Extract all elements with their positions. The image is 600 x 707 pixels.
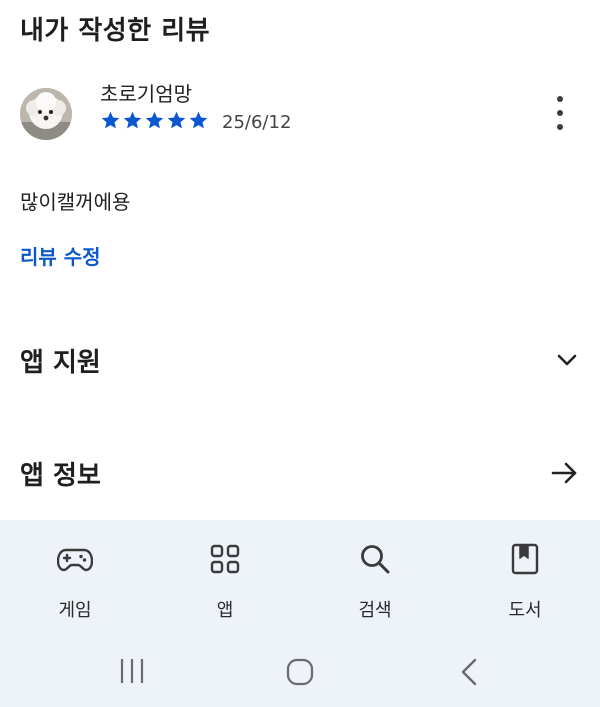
home-icon[interactable] bbox=[286, 658, 314, 690]
nav-books-label: 도서 bbox=[508, 600, 542, 621]
star-icon bbox=[167, 111, 186, 129]
apps-grid-icon bbox=[206, 540, 244, 578]
bottom-navigation: 게임 앱 검색 도서 bbox=[0, 520, 600, 707]
nav-search-label: 검색 bbox=[358, 600, 392, 621]
star-rating bbox=[100, 110, 209, 131]
nav-games[interactable]: 게임 bbox=[25, 540, 125, 622]
app-info-label: 앱 정보 bbox=[20, 460, 101, 491]
star-icon bbox=[101, 111, 120, 129]
nav-apps-label: 앱 bbox=[216, 600, 234, 621]
book-icon bbox=[506, 540, 544, 578]
page-title: 내가 작성한 리뷰 bbox=[20, 16, 211, 46]
more-options-icon[interactable] bbox=[554, 96, 566, 130]
star-icon bbox=[123, 111, 142, 129]
chevron-down-icon bbox=[557, 354, 577, 366]
nav-books[interactable]: 도서 bbox=[475, 540, 575, 622]
review-card: 초로기엄망 25/6/12 bbox=[20, 78, 580, 148]
star-icon bbox=[189, 111, 208, 129]
nav-games-label: 게임 bbox=[58, 600, 92, 621]
gamepad-icon bbox=[56, 540, 94, 578]
arrow-right-icon bbox=[551, 462, 577, 484]
dog-avatar-image bbox=[20, 88, 72, 140]
edit-review-link[interactable]: 리뷰 수정 bbox=[20, 241, 101, 270]
recent-apps-icon[interactable] bbox=[118, 658, 148, 688]
app-support-row[interactable]: 앱 지원 bbox=[20, 340, 580, 380]
review-text: 많이캘꺼에용 bbox=[20, 190, 131, 214]
review-date: 25/6/12 bbox=[222, 112, 292, 133]
avatar[interactable] bbox=[20, 88, 72, 140]
app-support-label: 앱 지원 bbox=[20, 347, 101, 378]
reviewer-name: 초로기엄망 bbox=[100, 82, 192, 106]
nav-search[interactable]: 검색 bbox=[325, 540, 425, 622]
back-icon[interactable] bbox=[458, 658, 480, 690]
star-icon bbox=[145, 111, 164, 129]
nav-apps[interactable]: 앱 bbox=[175, 540, 275, 622]
app-info-row[interactable]: 앱 정보 bbox=[20, 453, 580, 493]
search-icon bbox=[356, 540, 394, 578]
